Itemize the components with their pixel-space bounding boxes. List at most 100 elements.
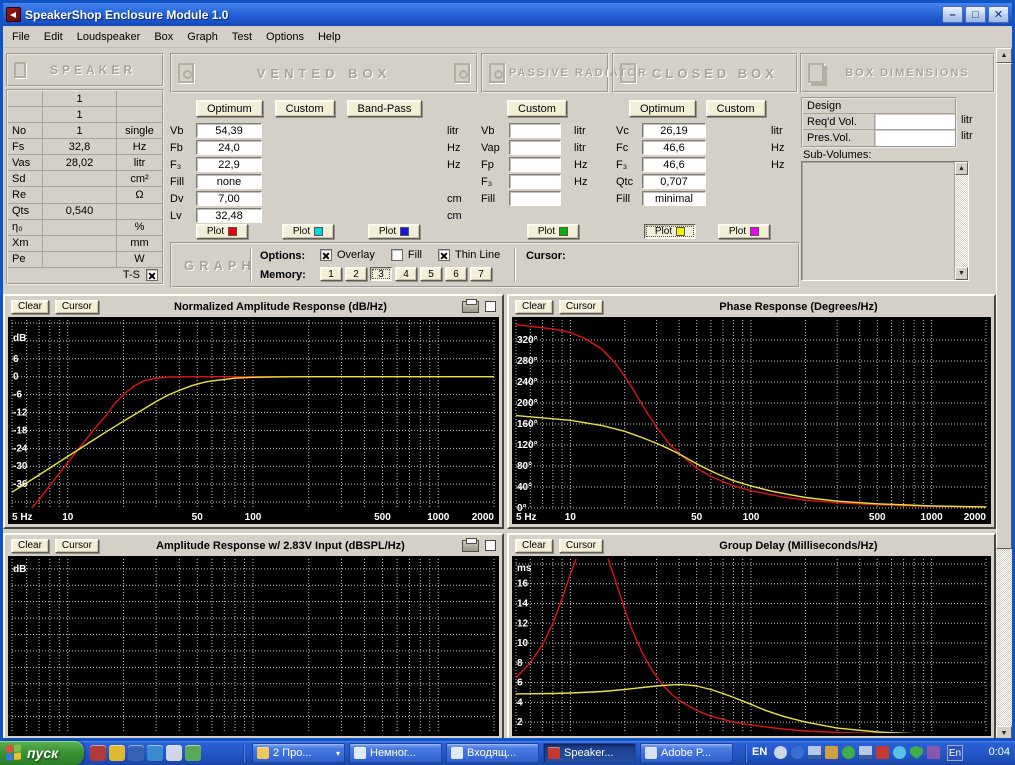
sub-volumes-listbox[interactable] [801,161,969,281]
field-input-lv[interactable]: 32,48 [196,208,262,223]
memory-button-2[interactable]: 2 [345,267,367,281]
tray-icon-blue[interactable] [791,746,804,759]
plot-button[interactable]: Plot [282,224,334,239]
plot-button[interactable]: Plot [368,224,420,239]
menu-help[interactable]: Help [311,28,348,46]
cursor-button[interactable]: Cursor [559,300,603,314]
custom-button[interactable]: Custom [275,100,335,117]
clear-button[interactable]: Clear [515,300,553,314]
plot-button[interactable]: Plot [196,224,248,239]
quick-launch-icon-1[interactable] [90,745,106,761]
field-input-f[interactable]: 46,6 [642,157,706,172]
minimize-button[interactable] [942,6,963,23]
clear-button[interactable]: Clear [11,300,49,314]
field-input-vc[interactable]: 26,19 [642,123,706,138]
normalized-amplitude-plot[interactable]: dB60-6-12-18-24-30-365 Hz105010050010002… [8,317,499,524]
tray-network-icon[interactable] [808,746,821,759]
overlay-checkbox[interactable]: Overlay [320,249,375,261]
field-input-fill[interactable]: minimal [642,191,706,206]
internet-explorer-icon[interactable] [147,745,163,761]
field-input-fill[interactable] [509,191,561,206]
panel-checkbox[interactable] [485,301,496,312]
field-input-fc[interactable]: 46,6 [642,140,706,155]
start-button[interactable]: пуск [0,741,84,765]
field-input-f[interactable]: 22,9 [196,157,262,172]
fill-checkbox[interactable]: Fill [391,249,422,261]
taskbar-task[interactable]: Adobe P... [640,743,733,763]
taskbar-task[interactable]: Немног... [349,743,442,763]
scroll-down-icon[interactable] [955,267,968,280]
language-badge[interactable]: En [947,745,963,761]
memory-button-4[interactable]: 4 [395,267,417,281]
close-button[interactable] [988,6,1009,23]
optimum-button[interactable]: Optimum [629,100,696,117]
pres-vol-input[interactable] [875,130,955,146]
field-input-fb[interactable]: 24,0 [196,140,262,155]
scroll-up-icon[interactable] [955,162,968,175]
menu-loudspeaker[interactable]: Loudspeaker [70,28,148,46]
cursor-button[interactable]: Cursor [559,539,603,553]
memory-button-7[interactable]: 7 [470,267,492,281]
quick-launch-icon-5[interactable] [166,745,182,761]
tray-display-icon[interactable] [859,746,872,759]
printer-icon[interactable] [462,301,479,313]
title-bar[interactable]: SpeakerShop Enclosure Module 1.0 [3,3,1012,26]
tray-card-icon[interactable] [825,746,838,759]
reqd-vol-input[interactable] [875,114,955,129]
menu-box[interactable]: Box [147,28,180,46]
tray-shield-icon[interactable] [910,746,923,759]
clear-button[interactable]: Clear [11,539,49,553]
amplitude-response-plot[interactable]: dB [8,556,499,736]
taskbar-task[interactable]: Speaker... [543,743,636,763]
memory-button-6[interactable]: 6 [445,267,467,281]
maximize-button[interactable] [965,6,986,23]
tray-volume-icon[interactable] [774,746,787,759]
field-input-f[interactable] [509,174,561,189]
menu-graph[interactable]: Graph [180,28,225,46]
ts-checkbox[interactable] [146,269,158,281]
phase-response-plot[interactable]: 320°280°240°200°160°120°80°40°0°5 Hz1050… [512,317,991,524]
cursor-button[interactable]: Cursor [55,300,99,314]
field-input-qtc[interactable]: 0,707 [642,174,706,189]
memory-button-3[interactable]: 3 [370,267,392,281]
printer-icon[interactable] [462,540,479,552]
taskbar-task[interactable]: Входящ... [446,743,539,763]
menu-test[interactable]: Test [225,28,259,46]
cursor-button[interactable]: Cursor [55,539,99,553]
field-input-fp[interactable] [509,157,561,172]
field-input-dv[interactable]: 7,00 [196,191,262,206]
plot-button[interactable]: Plot [527,224,579,239]
menu-options[interactable]: Options [259,28,311,46]
plot-button[interactable]: Plot [718,224,770,239]
tray-icon-red[interactable] [876,746,889,759]
language-indicator[interactable]: EN [752,746,767,758]
group-delay-plot[interactable]: ms161412108642 [512,556,991,736]
band-pass-button[interactable]: Band-Pass [347,100,423,117]
quick-launch-icon-3[interactable] [128,745,144,761]
panel-checkbox[interactable] [485,540,496,551]
tray-messenger-icon[interactable] [893,746,906,759]
quick-launch-icon-2[interactable] [109,745,125,761]
memory-button-5[interactable]: 5 [420,267,442,281]
quick-launch-icon-6[interactable] [185,745,201,761]
listbox-scrollbar[interactable] [954,162,968,280]
custom-button[interactable]: Custom [507,100,567,117]
thin-line-checkbox[interactable]: Thin Line [438,249,500,261]
clear-button[interactable]: Clear [515,539,553,553]
menu-file[interactable]: File [5,28,37,46]
taskbar-task[interactable]: 2 Про... [252,743,345,763]
field-input-fill[interactable]: none [196,174,262,189]
scroll-up-button[interactable] [996,48,1012,63]
field-input-vap[interactable] [509,140,561,155]
optimum-button[interactable]: Optimum [196,100,263,117]
window-scrollbar[interactable] [996,48,1012,741]
scrollbar-thumb[interactable] [996,63,1012,549]
memory-button-1[interactable]: 1 [320,267,342,281]
field-input-vb[interactable]: 54,39 [196,123,262,138]
custom-button[interactable]: Custom [706,100,766,117]
plot-button[interactable]: Plot [644,224,696,239]
tray-icon-purple[interactable] [927,746,940,759]
tray-icon-green[interactable] [842,746,855,759]
menu-edit[interactable]: Edit [37,28,70,46]
field-input-vb[interactable] [509,123,561,138]
